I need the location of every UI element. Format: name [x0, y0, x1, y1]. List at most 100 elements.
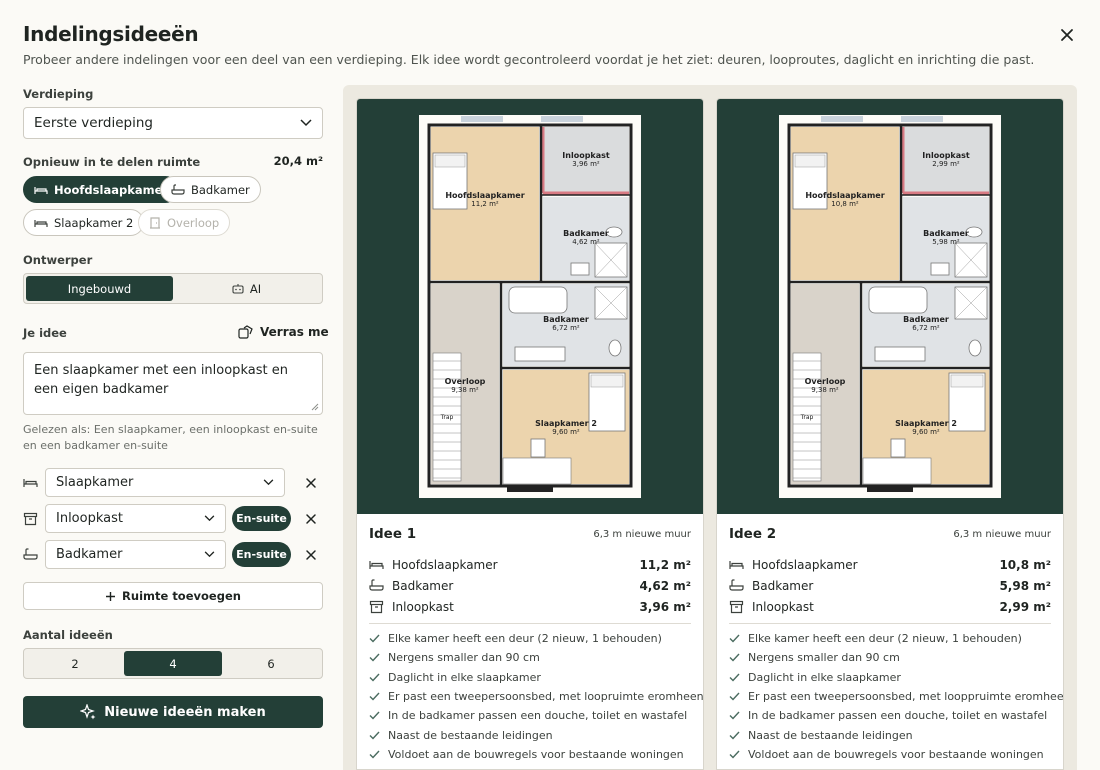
idea-label: Je idee	[23, 326, 67, 340]
chip-label: Badkamer	[191, 182, 250, 197]
resize-handle-icon[interactable]	[311, 403, 319, 411]
bed-icon	[369, 561, 384, 569]
check-item: Daglicht in elke slaapkamer	[369, 668, 691, 687]
divider	[369, 623, 691, 624]
room-select-1[interactable]: Slaapkamer	[45, 468, 285, 497]
floor-select[interactable]: Eerste verdieping	[23, 107, 323, 139]
count-option-label: 6	[267, 656, 275, 671]
check-text: In de badkamer passen een douche, toilet…	[748, 709, 1048, 723]
check-item: Nergens smaller dan 90 cm	[369, 648, 691, 667]
new-wall-length: 6,3 m nieuwe muur	[953, 528, 1051, 540]
check-item: In de badkamer passen een douche, toilet…	[729, 706, 1051, 725]
ensuite-toggle[interactable]: En-suite	[232, 506, 291, 531]
chip-badkamer[interactable]: Badkamer	[160, 176, 261, 203]
check-text: Elke kamer heeft een deur (2 nieuw, 1 be…	[748, 632, 1022, 646]
door-icon	[150, 216, 160, 229]
generate-button[interactable]: Nieuwe ideeën maken	[23, 696, 323, 728]
plan-label-bath-1: Badkamer 4,62 m²	[563, 229, 609, 246]
check-item: Voldoet aan de bouwregels voor bestaande…	[729, 745, 1051, 764]
count-option-2[interactable]: 2	[26, 651, 124, 676]
check-text: In de badkamer passen een douche, toilet…	[388, 709, 688, 723]
check-icon	[369, 673, 380, 682]
room-area: 3,96 m²	[639, 599, 691, 614]
check-icon	[369, 750, 380, 759]
bath-icon	[171, 183, 185, 195]
ensuite-toggle[interactable]: En-suite	[232, 542, 291, 567]
check-icon	[729, 750, 740, 759]
room-summary-row: Hoofdslaapkamer 11,2 m²	[369, 554, 691, 575]
plan-label-bath-2: Badkamer 6,72 m²	[543, 315, 589, 332]
chevron-down-icon	[300, 119, 312, 127]
count-option-4[interactable]: 4	[124, 651, 222, 676]
room-name: Hoofdslaapkamer	[752, 557, 858, 572]
room-select-value: Inloopkast	[56, 511, 123, 526]
new-wall-length: 6,3 m nieuwe muur	[593, 528, 691, 540]
check-text: Daglicht in elke slaapkamer	[748, 670, 901, 684]
robot-icon	[232, 284, 244, 294]
chip-hoofdslaapkamer[interactable]: Hoofdslaapkamer	[23, 176, 180, 203]
idea-text: Een slaapkamer met een inloopkast en een…	[34, 363, 288, 397]
close-icon[interactable]	[1056, 24, 1078, 46]
idea-card-2[interactable]: Hoofdslaapkamer 10,8 m² Inloopkast 2,99 m² B…	[716, 98, 1064, 770]
check-icon	[369, 653, 380, 662]
room-name: Hoofdslaapkamer	[392, 557, 498, 572]
check-text: Voldoet aan de bouwregels voor bestaande…	[388, 747, 684, 761]
room-summary-row: Hoofdslaapkamer 10,8 m²	[729, 554, 1051, 575]
rooms-area: 20,4 m²	[273, 154, 323, 168]
remove-room-icon[interactable]	[304, 548, 318, 562]
check-item: In de badkamer passen een douche, toilet…	[369, 706, 691, 725]
check-item: Daglicht in elke slaapkamer	[729, 668, 1051, 687]
room-name: Inloopkast	[392, 599, 454, 614]
idea-card-1[interactable]: Hoofdslaapkamer 11,2 m² Inloopkast 3,96 m² B…	[356, 98, 704, 770]
check-icon	[369, 692, 380, 701]
add-room-button[interactable]: Ruimte toevoegen	[23, 582, 323, 610]
check-icon	[729, 653, 740, 662]
room-area: 5,98 m²	[999, 578, 1051, 593]
designer-toggle[interactable]: Ingebouwd AI	[23, 273, 323, 304]
chevron-down-icon	[204, 515, 215, 522]
plan-label-bedroom-2: Slaapkamer 2 9,60 m²	[895, 419, 957, 436]
surprise-button[interactable]: Verras me	[238, 325, 329, 339]
plan-label-stairs: Trap	[440, 414, 454, 421]
parsed-hint: Gelezen als: Een slaapkamer, een inloopk…	[23, 423, 318, 452]
room-name: Inloopkast	[752, 599, 814, 614]
chevron-down-icon	[204, 551, 215, 558]
bed-icon	[34, 219, 48, 227]
room-select-value: Slaapkamer	[56, 475, 134, 490]
room-select-2[interactable]: Inloopkast	[45, 504, 226, 533]
plan-label-master: Hoofdslaapkamer 10,8 m²	[805, 191, 885, 208]
check-icon	[729, 673, 740, 682]
remove-room-icon[interactable]	[304, 476, 318, 490]
check-text: Er past een tweepersoonsbed, met looprui…	[388, 690, 704, 704]
designer-option-ai[interactable]: AI	[173, 276, 320, 301]
chip-label: Slaapkamer 2	[54, 215, 134, 230]
room-name: Badkamer	[752, 578, 814, 593]
room-summary-row: Badkamer 5,98 m²	[729, 575, 1051, 596]
check-text: Daglicht in elke slaapkamer	[388, 670, 541, 684]
surprise-label: Verras me	[260, 325, 329, 339]
idea-textarea[interactable]: Een slaapkamer met een inloopkast en een…	[23, 352, 323, 415]
check-text: Naast de bestaande leidingen	[388, 728, 553, 742]
bed-icon	[729, 561, 744, 569]
check-item: Voldoet aan de bouwregels voor bestaande…	[369, 745, 691, 764]
count-toggle[interactable]: 2 4 6	[23, 648, 323, 679]
dice-icon	[238, 325, 253, 339]
closet-icon	[23, 512, 38, 526]
closet-icon	[729, 600, 744, 613]
bath-icon	[729, 579, 744, 591]
chip-slaapkamer-2[interactable]: Slaapkamer 2	[23, 209, 145, 236]
count-option-6[interactable]: 6	[222, 651, 320, 676]
chevron-down-icon	[263, 479, 274, 486]
remove-room-icon[interactable]	[304, 512, 318, 526]
plus-icon	[106, 591, 116, 601]
room-select-3[interactable]: Badkamer	[45, 540, 226, 569]
designer-option-built-in[interactable]: Ingebouwd	[26, 276, 173, 301]
plan-preview[interactable]: Hoofdslaapkamer 10,8 m² Inloopkast 2,99 m² B…	[717, 99, 1063, 514]
check-text: Er past een tweepersoonsbed, met looppru…	[748, 690, 1064, 704]
plan-label-landing: Overloop 9,38 m²	[804, 377, 846, 394]
check-item: Naast de bestaande leidingen	[369, 725, 691, 744]
chip-overloop: Overloop	[138, 209, 231, 236]
plan-preview[interactable]: Hoofdslaapkamer 11,2 m² Inloopkast 3,96 m² B…	[357, 99, 703, 514]
sparkle-icon	[80, 704, 96, 720]
add-room-label: Ruimte toevoegen	[122, 589, 241, 603]
